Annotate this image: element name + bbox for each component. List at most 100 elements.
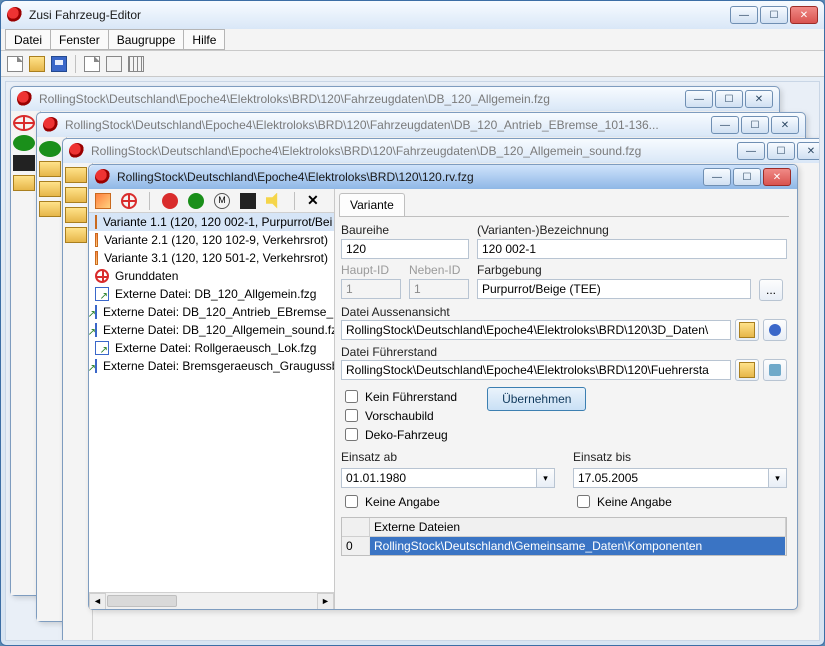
child-min[interactable]: — xyxy=(685,90,713,108)
child-min[interactable]: — xyxy=(703,168,731,186)
m-icon[interactable]: M xyxy=(214,193,230,209)
list-icon[interactable] xyxy=(106,56,122,72)
input-exterior-file[interactable] xyxy=(341,320,731,340)
loco-icon[interactable] xyxy=(13,155,35,171)
child-max[interactable]: ☐ xyxy=(733,168,761,186)
menu-window[interactable]: Fenster xyxy=(50,29,109,50)
tree[interactable]: Variante 1.1 (120, 120 002-1, Purpurrot/… xyxy=(89,213,334,592)
chk-deco[interactable] xyxy=(345,428,358,441)
close-button[interactable]: ✕ xyxy=(790,6,818,24)
folder-icon[interactable] xyxy=(65,167,87,183)
folder-icon[interactable] xyxy=(65,207,87,223)
tree-item[interactable]: Externe Datei: DB_120_Allgemein.fzg xyxy=(89,285,334,303)
doc-icon xyxy=(95,169,111,185)
main-titlebar[interactable]: Zusi Fahrzeug-Editor — ☐ ✕ xyxy=(1,1,824,29)
tree-item-label: Externe Datei: Rollgeraeusch_Lok.fzg xyxy=(115,341,316,355)
chk-preview[interactable] xyxy=(345,409,358,422)
child-close[interactable]: ✕ xyxy=(771,116,799,134)
maximize-button[interactable]: ☐ xyxy=(760,6,788,24)
chk-to-none[interactable] xyxy=(577,495,590,508)
input-designation[interactable] xyxy=(477,239,787,259)
folder-icon[interactable] xyxy=(13,175,35,191)
tree-item-label: Externe Datei: DB_120_Antrieb_EBremse_10 xyxy=(103,305,334,319)
hscrollbar[interactable]: ◄ ► xyxy=(89,592,334,609)
speaker-icon[interactable] xyxy=(266,193,282,209)
input-cab-file[interactable] xyxy=(341,360,731,380)
child-max[interactable]: ☐ xyxy=(715,90,743,108)
external-files-grid[interactable]: Externe Dateien 0 RollingStock\Deutschla… xyxy=(341,517,787,556)
app-title: Zusi Fahrzeug-Editor xyxy=(29,8,141,22)
view-exterior-button[interactable] xyxy=(763,319,787,341)
child-min[interactable]: — xyxy=(711,116,739,134)
child-max[interactable]: ☐ xyxy=(767,142,795,160)
tree-item[interactable]: Grunddaten xyxy=(89,267,334,285)
folder-icon[interactable] xyxy=(65,187,87,203)
cube-icon xyxy=(95,233,98,247)
grid-header: Externe Dateien xyxy=(370,518,786,536)
green-dot-icon[interactable] xyxy=(39,141,61,157)
child-close[interactable]: ✕ xyxy=(745,90,773,108)
chk-from-none[interactable] xyxy=(345,495,358,508)
delete-icon[interactable]: ✕ xyxy=(307,193,323,209)
tree-item[interactable]: Externe Datei: DB_120_Antrieb_EBremse_10 xyxy=(89,303,334,321)
menu-assembly[interactable]: Baugruppe xyxy=(108,29,185,50)
child-close[interactable]: ✕ xyxy=(763,168,791,186)
loco-icon[interactable] xyxy=(240,193,256,209)
green-dot-icon[interactable] xyxy=(188,193,204,209)
chk-no-cab[interactable] xyxy=(345,390,358,403)
tabstrip: Variante xyxy=(339,193,789,217)
folder-icon[interactable] xyxy=(65,227,87,243)
tree-item[interactable]: Externe Datei: Rollgeraeusch_Lok.fzg xyxy=(89,339,334,357)
label-cab-file: Datei Führerstand xyxy=(341,345,787,359)
view-cab-button[interactable] xyxy=(763,359,787,381)
record-icon[interactable] xyxy=(162,193,178,209)
input-series[interactable] xyxy=(341,239,469,259)
folder-icon[interactable] xyxy=(39,181,61,197)
label-sub-id: Neben-ID xyxy=(409,263,469,277)
label-from: Einsatz ab xyxy=(341,450,555,464)
variant-icon[interactable] xyxy=(95,193,111,209)
input-to[interactable] xyxy=(573,468,769,488)
browse-exterior-button[interactable] xyxy=(735,319,759,341)
tab-variante[interactable]: Variante xyxy=(339,193,405,216)
input-from[interactable] xyxy=(341,468,537,488)
folder-icon[interactable] xyxy=(39,201,61,217)
child-max[interactable]: ☐ xyxy=(741,116,769,134)
grid-row-index: 0 xyxy=(342,537,370,555)
tree-item[interactable]: Variante 1.1 (120, 120 002-1, Purpurrot/… xyxy=(89,213,334,231)
scroll-thumb[interactable] xyxy=(107,595,177,607)
menubar: Datei Fenster Baugruppe Hilfe xyxy=(1,29,824,51)
to-dropdown[interactable]: ▾ xyxy=(769,468,787,488)
label-designation: (Varianten-)Bezeichnung xyxy=(477,223,787,237)
columns-icon[interactable] xyxy=(128,56,144,72)
grid-row[interactable]: 0 RollingStock\Deutschland\Gemeinsame_Da… xyxy=(342,537,786,555)
folder-icon[interactable] xyxy=(39,161,61,177)
input-color[interactable] xyxy=(477,279,751,299)
minimize-button[interactable]: — xyxy=(730,6,758,24)
browse-cab-button[interactable] xyxy=(735,359,759,381)
save-icon[interactable] xyxy=(51,56,67,72)
tree-item-label: Externe Datei: DB_120_Allgemein.fzg xyxy=(115,287,316,301)
scroll-right[interactable]: ► xyxy=(317,593,334,609)
tree-item[interactable]: Externe Datei: Bremsgeraeusch_Graugussb xyxy=(89,357,334,375)
child-min[interactable]: — xyxy=(737,142,765,160)
copy-icon[interactable] xyxy=(84,56,100,72)
wheel-icon xyxy=(95,269,109,283)
from-dropdown[interactable]: ▾ xyxy=(537,468,555,488)
menu-help[interactable]: Hilfe xyxy=(183,29,225,50)
tree-item[interactable]: Variante 2.1 (120, 120 102-9, Verkehrsro… xyxy=(89,231,334,249)
wheel-icon[interactable] xyxy=(121,193,137,209)
tree-item[interactable]: Variante 3.1 (120, 120 501-2, Verkehrsro… xyxy=(89,249,334,267)
color-more-button[interactable]: ... xyxy=(759,279,783,301)
scroll-left[interactable]: ◄ xyxy=(89,593,106,609)
child-window-active[interactable]: RollingStock\Deutschland\Epoche4\Elektro… xyxy=(88,164,798,610)
green-dot-icon[interactable] xyxy=(13,135,35,151)
apply-button[interactable]: Übernehmen xyxy=(487,387,586,411)
open-icon[interactable] xyxy=(29,56,45,72)
child-close[interactable]: ✕ xyxy=(797,142,820,160)
tree-item-label: Variante 1.1 (120, 120 002-1, Purpurrot/… xyxy=(103,215,332,229)
wheel-icon[interactable] xyxy=(13,115,35,131)
tree-item[interactable]: Externe Datei: DB_120_Allgemein_sound.fz xyxy=(89,321,334,339)
menu-file[interactable]: Datei xyxy=(5,29,51,50)
new-icon[interactable] xyxy=(7,56,23,72)
